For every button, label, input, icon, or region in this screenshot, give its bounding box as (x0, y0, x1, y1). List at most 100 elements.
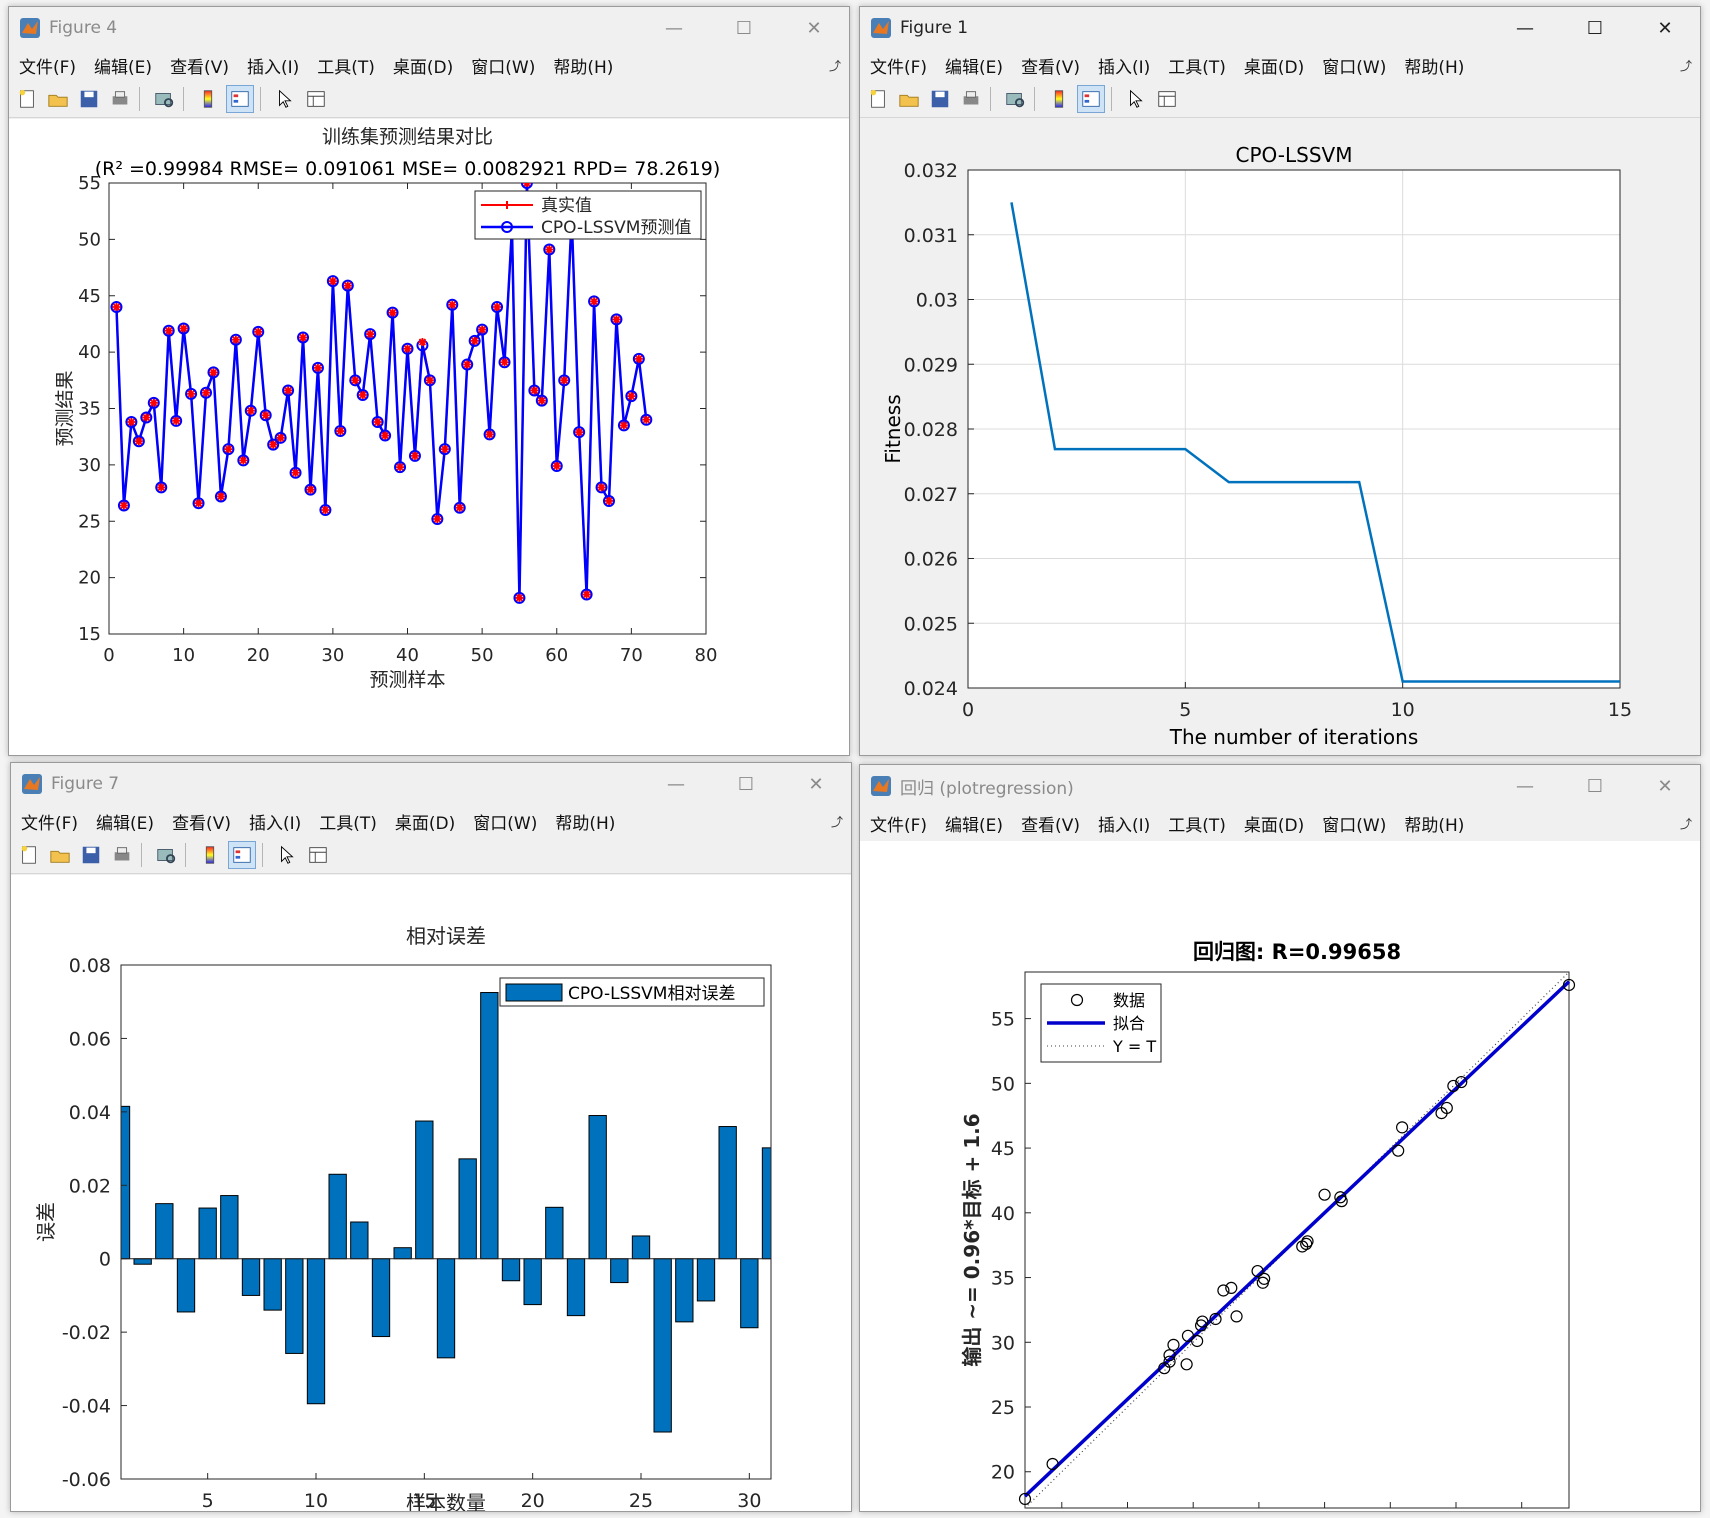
property-editor-icon[interactable] (1154, 86, 1180, 112)
new-figure-icon[interactable] (14, 86, 40, 112)
x-tick-label: 25 (629, 1490, 653, 1511)
true-point (224, 445, 233, 454)
true-point (343, 281, 352, 290)
menu-item-1[interactable]: 编辑(E) (86, 53, 160, 78)
new-figure-icon[interactable] (865, 86, 891, 112)
menu-item-6[interactable]: 窗口(W) (465, 809, 545, 834)
true-point (366, 330, 375, 339)
menu-item-2[interactable]: 查看(V) (162, 53, 237, 78)
legend-label-true: 真实值 (541, 196, 592, 216)
print-icon[interactable] (107, 86, 133, 112)
menu-item-1[interactable]: 编辑(E) (937, 811, 1011, 836)
colorbar-icon[interactable] (195, 86, 221, 112)
close-button[interactable]: ✕ (779, 7, 849, 49)
legend-icon[interactable] (1077, 85, 1105, 113)
open-file-icon[interactable] (47, 842, 73, 868)
close-button[interactable]: ✕ (1630, 765, 1700, 807)
y-tick-label: 0 (99, 1249, 111, 1271)
y-tick-label: 0.032 (904, 160, 958, 182)
dock-arrow-icon[interactable]: ⤴ (829, 57, 841, 74)
menu-item-4[interactable]: 工具(T) (1160, 811, 1234, 836)
menu-item-5[interactable]: 桌面(D) (387, 809, 463, 834)
dock-arrow-icon[interactable]: ⤴ (1680, 815, 1692, 832)
menu-item-3[interactable]: 插入(I) (241, 809, 309, 834)
error-bar (393, 1247, 412, 1260)
menu-item-3[interactable]: 插入(I) (239, 53, 307, 78)
menu-item-0[interactable]: 文件(F) (11, 53, 84, 78)
error-bar (241, 1258, 261, 1296)
menu-item-7[interactable]: 帮助(H) (1396, 811, 1472, 836)
save-icon[interactable] (78, 842, 104, 868)
maximize-button[interactable]: ☐ (1560, 765, 1630, 807)
maximize-button[interactable]: ☐ (711, 763, 781, 805)
legend-icon[interactable] (226, 85, 254, 113)
property-editor-icon[interactable] (305, 842, 331, 868)
print-preview-icon[interactable] (1002, 86, 1028, 112)
menu-item-5[interactable]: 桌面(D) (1236, 53, 1312, 78)
minimize-button[interactable]: — (1490, 765, 1560, 807)
regression-plot: 20253035404550552025303540455055回归图: R=0… (960, 940, 1576, 1509)
print-preview-icon[interactable] (153, 842, 179, 868)
figure-4-window: Figure 4 — ☐ ✕ 文件(F) 编辑(E) 查看(V) 插入(I) 工具(T)… (8, 6, 850, 756)
menu-item-2[interactable]: 查看(V) (1013, 53, 1088, 78)
minimize-button[interactable]: — (639, 7, 709, 49)
open-file-icon[interactable] (45, 86, 71, 112)
menu-item-4[interactable]: 工具(T) (309, 53, 383, 78)
close-button[interactable]: ✕ (781, 763, 851, 805)
property-editor-icon[interactable] (303, 86, 329, 112)
print-preview-icon[interactable] (151, 86, 177, 112)
menu-item-2[interactable]: 查看(V) (1013, 811, 1088, 836)
print-icon[interactable] (958, 86, 984, 112)
dock-arrow-icon[interactable]: ⤴ (831, 813, 843, 830)
legend-icon[interactable] (228, 841, 256, 869)
minimize-button[interactable]: — (641, 763, 711, 805)
menu-item-1[interactable]: 编辑(E) (937, 53, 1011, 78)
menu-item-7[interactable]: 帮助(H) (1396, 53, 1472, 78)
open-file-icon[interactable] (896, 86, 922, 112)
menu-item-4[interactable]: 工具(T) (311, 809, 385, 834)
true-point (299, 333, 308, 342)
save-icon[interactable] (927, 86, 953, 112)
figure-1-titlebar[interactable]: Figure 1 — ☐ ✕ (860, 7, 1700, 49)
pointer-icon[interactable] (272, 86, 298, 112)
menu-item-7[interactable]: 帮助(H) (547, 809, 623, 834)
x-tick-label: 60 (545, 645, 568, 666)
true-point (172, 416, 181, 425)
menu-item-0[interactable]: 文件(F) (13, 809, 86, 834)
new-figure-icon[interactable] (16, 842, 42, 868)
menu-item-0[interactable]: 文件(F) (862, 811, 935, 836)
print-icon[interactable] (109, 842, 135, 868)
save-icon[interactable] (76, 86, 102, 112)
menu-item-6[interactable]: 窗口(W) (1314, 811, 1394, 836)
menu-item-1[interactable]: 编辑(E) (88, 809, 162, 834)
figure-4-titlebar[interactable]: Figure 4 — ☐ ✕ (9, 7, 849, 49)
true-point (381, 431, 390, 440)
x-tick-label: 10 (172, 645, 195, 666)
minimize-button[interactable]: — (1490, 7, 1560, 49)
pointer-icon[interactable] (1123, 86, 1149, 112)
menu-bar: 文件(F) 编辑(E) 查看(V) 插入(I) 工具(T) 桌面(D) 窗口(W) 帮助(H)… (9, 49, 849, 81)
colorbar-icon[interactable] (1046, 86, 1072, 112)
menu-item-7[interactable]: 帮助(H) (545, 53, 621, 78)
menu-item-0[interactable]: 文件(F) (862, 53, 935, 78)
menu-item-6[interactable]: 窗口(W) (1314, 53, 1394, 78)
colorbar-icon[interactable] (197, 842, 223, 868)
close-button[interactable]: ✕ (1630, 7, 1700, 49)
true-point (463, 360, 472, 369)
menu-item-2[interactable]: 查看(V) (164, 809, 239, 834)
menu-item-6[interactable]: 窗口(W) (463, 53, 543, 78)
maximize-button[interactable]: ☐ (1560, 7, 1630, 49)
menu-item-3[interactable]: 插入(I) (1090, 811, 1158, 836)
dock-arrow-icon[interactable]: ⤴ (1680, 57, 1692, 74)
maximize-button[interactable]: ☐ (709, 7, 779, 49)
true-point (209, 368, 218, 377)
menu-item-3[interactable]: 插入(I) (1090, 53, 1158, 78)
menu-item-4[interactable]: 工具(T) (1160, 53, 1234, 78)
pointer-icon[interactable] (274, 842, 300, 868)
menu-item-5[interactable]: 桌面(D) (1236, 811, 1312, 836)
menu-item-5[interactable]: 桌面(D) (385, 53, 461, 78)
regression-titlebar[interactable]: 回归 (plotregression) — ☐ ✕ (860, 765, 1700, 807)
true-point (530, 386, 539, 395)
figure-7-titlebar[interactable]: Figure 7 — ☐ ✕ (11, 763, 851, 805)
y-axis-label: 误差 (34, 1202, 58, 1242)
